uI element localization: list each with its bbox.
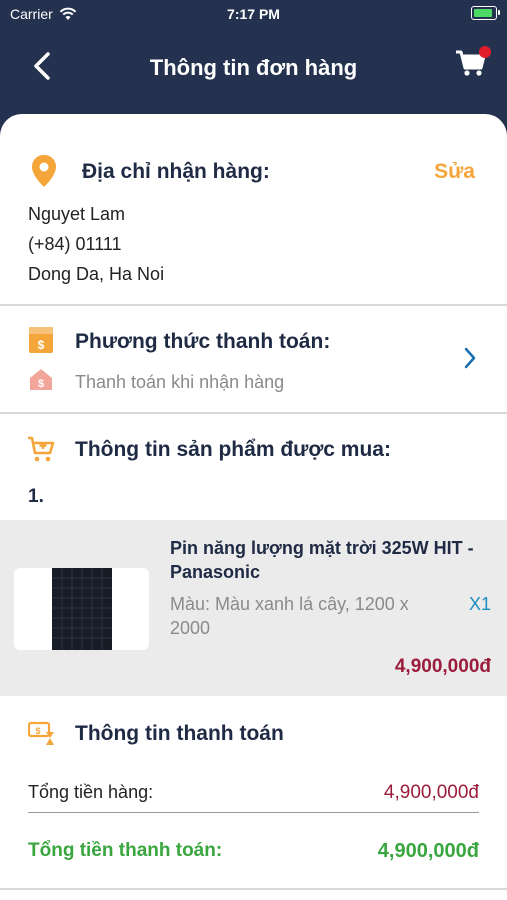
page-title: Thông tin đơn hàng (149, 55, 358, 80)
payment-method-title: Phương thức thanh toán: (75, 330, 331, 353)
product-image (14, 568, 149, 650)
product-item[interactable]: Pin năng lượng mặt trời 325W HIT - Panas… (0, 520, 507, 696)
total-value: 4,900,000đ (377, 840, 479, 862)
total-label: Tổng tiền thanh toán: (28, 840, 223, 861)
recipient-location: Dong Da, Ha Noi (28, 264, 165, 284)
products-title: Thông tin sản phẩm được mua: (75, 438, 391, 461)
subtotal-label: Tổng tiền hàng: (28, 782, 154, 802)
address-title: Địa chỉ nhận hàng: (82, 160, 270, 183)
purchased-products-section: Thông tin sản phẩm được mua: 1. Pin năng… (0, 414, 507, 696)
cash-on-delivery-icon: $ (30, 369, 52, 390)
bottom-divider (0, 888, 507, 890)
nav-bar: Thông tin đơn hàng (0, 28, 507, 108)
status-bar: Carrier 7:17 PM (0, 0, 507, 28)
svg-text:$: $ (35, 726, 40, 736)
subtotal-row: Tổng tiền hàng: 4,900,000đ (28, 782, 479, 804)
cart-icon (28, 436, 55, 462)
product-quantity: X1 (468, 594, 491, 614)
total-row: Tổng tiền thanh toán: 4,900,000đ (28, 840, 479, 863)
product-name: Pin năng lượng mặt trời 325W HIT - Panas… (170, 538, 474, 582)
order-content: Địa chỉ nhận hàng: Sửa Nguyet Lam (+84) … (0, 114, 507, 900)
status-time: 7:17 PM (227, 6, 280, 22)
svg-text:$: $ (38, 338, 45, 352)
summary-divider (28, 812, 479, 813)
location-pin-icon (32, 155, 56, 187)
payment-summary-icon: $ (28, 721, 54, 745)
product-index: 1. (28, 486, 44, 507)
cart-button[interactable] (453, 44, 491, 80)
product-price: 4,900,000đ (394, 656, 491, 677)
svg-text:$: $ (38, 378, 44, 390)
payment-method-value: Thanh toán khi nhận hàng (75, 372, 285, 392)
recipient-phone: (+84) 01111 (28, 234, 122, 254)
product-attributes: Màu: Màu xanh lá cây, 1200 x 2000 (170, 594, 409, 638)
battery-icon (471, 6, 500, 20)
subtotal-value: 4,900,000đ (383, 782, 479, 803)
cart-badge (479, 46, 491, 58)
payment-summary-section: $ Thông tin thanh toán Tổng tiền hàng: 4… (0, 696, 507, 900)
payment-method-section[interactable]: $ Phương thức thanh toán: $ Thanh toán k… (0, 306, 507, 414)
edit-address-button[interactable]: Sửa (434, 160, 475, 184)
solar-panel-image (52, 568, 112, 650)
payment-summary-title: Thông tin thanh toán (75, 722, 284, 745)
chevron-right-icon (464, 347, 476, 369)
delivery-address-section: Địa chỉ nhận hàng: Sửa Nguyet Lam (+84) … (0, 114, 507, 306)
recipient-name: Nguyet Lam (28, 204, 126, 224)
payment-doc-icon: $ (29, 327, 53, 353)
